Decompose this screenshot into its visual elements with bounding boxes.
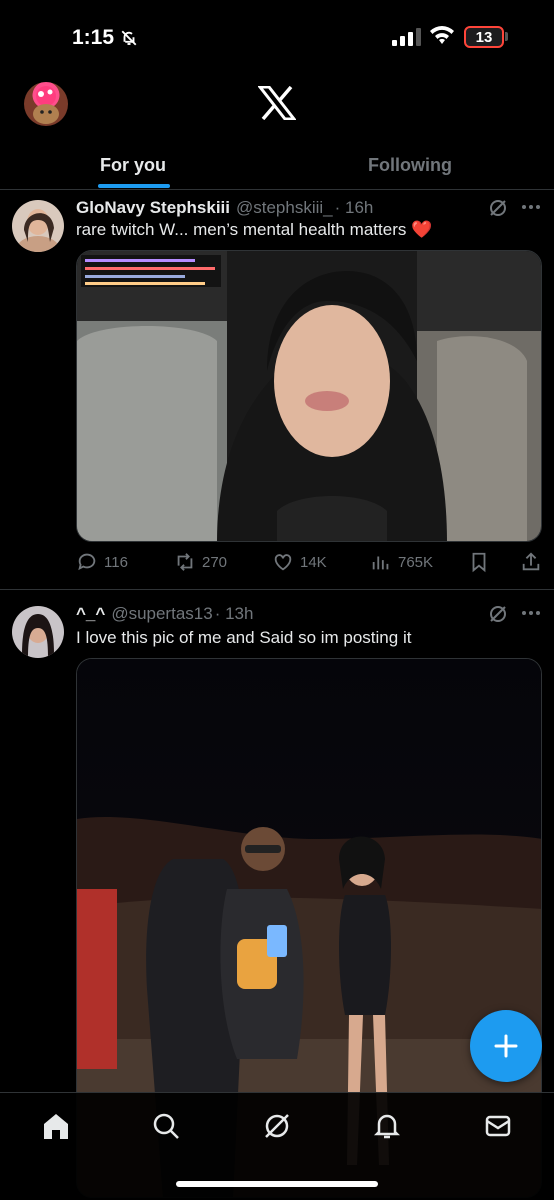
clock: 1:15 [72, 26, 115, 49]
reply-icon [78, 553, 96, 571]
grok-icon[interactable] [262, 1111, 292, 1141]
home-icon[interactable] [41, 1111, 71, 1141]
tweet-text: rare twitch W... men’s mental health mat… [76, 220, 433, 239]
signal-icon [392, 28, 421, 46]
grok-icon[interactable] [488, 604, 508, 624]
media-image [77, 251, 541, 541]
battery-level: 13 [475, 28, 493, 46]
notifications-icon[interactable] [372, 1111, 402, 1141]
repost-icon [177, 553, 193, 571]
more-icon[interactable] [521, 610, 541, 616]
tweet-author-avatar[interactable] [12, 606, 64, 658]
avatar-image [12, 200, 64, 252]
author-handle[interactable]: @stephskiii_ [236, 198, 333, 218]
like-icon [274, 554, 292, 571]
tweet[interactable]: ^_^ @supertas13 · 13h I love this pic of… [0, 592, 554, 1198]
x-logo-icon[interactable] [258, 86, 296, 120]
tweet-header: GloNavy Stephskiii @stephskiii_ · 16h [76, 196, 542, 220]
avatar-image [33, 86, 59, 124]
home-indicator [176, 1181, 378, 1187]
views-button[interactable]: 765K [370, 551, 433, 573]
tweet-time: · 13h [214, 604, 254, 623]
tweet-text: I love this pic of me and Said so im pos… [76, 628, 412, 647]
repost-count: 270 [202, 553, 228, 571]
tab-for-you-label: For you [100, 154, 166, 175]
battery-icon: 13 [464, 26, 504, 48]
wifi-icon [430, 26, 454, 44]
tweet-time: · 16h [334, 198, 374, 217]
repost-button[interactable]: 270 [174, 551, 227, 573]
reply-count: 116 [104, 553, 128, 571]
tweet-header: ^_^ @supertas13 · 13h [76, 602, 542, 626]
author-name[interactable]: GloNavy Stephskiii [76, 198, 230, 218]
tweet-actions: 116 270 14K 765K [76, 551, 542, 575]
status-time: 1:15 [72, 26, 138, 50]
grok-icon[interactable] [488, 198, 508, 218]
tweet-author-avatar[interactable] [12, 200, 64, 252]
timeline-tabs: For you Following [0, 140, 554, 190]
avatar[interactable] [24, 82, 68, 126]
search-icon[interactable] [151, 1111, 181, 1141]
tweet[interactable]: GloNavy Stephskiii @stephskiii_ · 16h ra… [0, 190, 554, 590]
avatar-image [12, 606, 64, 658]
tweet-media[interactable] [76, 250, 542, 542]
messages-icon[interactable] [483, 1111, 513, 1141]
compose-button[interactable] [470, 1010, 542, 1082]
tab-for-you[interactable]: For you [0, 140, 266, 190]
battery-tip [505, 32, 508, 41]
bookmark-icon[interactable] [468, 551, 490, 573]
author-name[interactable]: ^_^ [76, 604, 105, 624]
like-count: 14K [300, 553, 327, 571]
status-bar: 1:15 13 [0, 0, 554, 76]
view-count: 765K [398, 553, 434, 571]
tab-following-label: Following [368, 154, 452, 175]
tab-following[interactable]: Following [277, 140, 543, 190]
more-icon[interactable] [521, 204, 541, 210]
bell-off-icon [121, 30, 137, 46]
like-button[interactable]: 14K [272, 551, 327, 573]
views-icon [372, 556, 389, 570]
reply-button[interactable]: 116 [76, 551, 128, 573]
active-tab-indicator [98, 184, 170, 188]
plus-icon [494, 1034, 518, 1058]
share-icon[interactable] [520, 551, 542, 573]
author-handle[interactable]: @supertas13 [111, 604, 212, 624]
